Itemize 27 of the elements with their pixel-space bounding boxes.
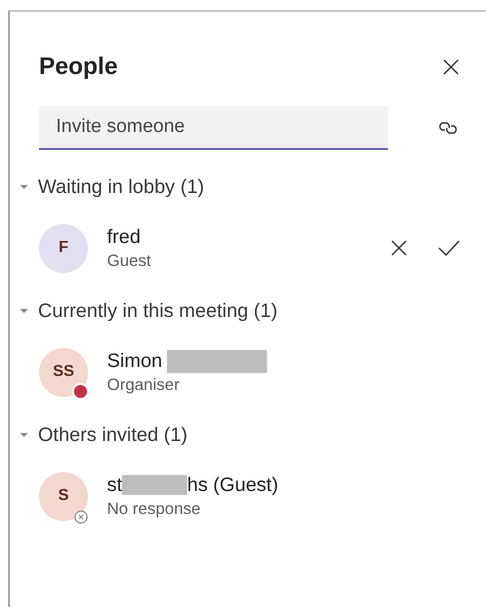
admit-button[interactable] xyxy=(438,240,460,256)
status-x-icon xyxy=(73,508,89,524)
caret-icon xyxy=(19,182,29,192)
checkmark-icon xyxy=(438,240,460,256)
avatar: F xyxy=(39,224,88,272)
section-header[interactable]: Currently in this meeting (1) xyxy=(10,294,278,328)
avatar: S xyxy=(39,472,88,520)
person-name: fred xyxy=(107,226,141,248)
panel-title: People xyxy=(39,53,118,81)
section-header[interactable]: Waiting in lobby (1) xyxy=(10,170,204,204)
person-name-suffix: hs (Guest) xyxy=(187,474,278,496)
busy-status-dot xyxy=(72,382,89,400)
person-name: st xyxy=(107,474,122,496)
person-name: Simon xyxy=(107,350,162,372)
avatar: SS xyxy=(39,348,88,396)
close-icon xyxy=(390,239,408,257)
close-icon xyxy=(442,58,460,76)
section-header[interactable]: Others invited (1) xyxy=(10,418,188,452)
deny-button[interactable] xyxy=(390,239,408,257)
person-role: Organiser xyxy=(107,376,180,394)
invite-field[interactable]: Invite someone xyxy=(39,106,388,150)
person-role: Guest xyxy=(107,252,152,270)
caret-icon xyxy=(19,430,29,440)
close-button[interactable] xyxy=(442,58,460,76)
person-role: No response xyxy=(107,500,202,518)
redaction-block xyxy=(122,475,188,495)
caret-icon xyxy=(19,306,29,316)
